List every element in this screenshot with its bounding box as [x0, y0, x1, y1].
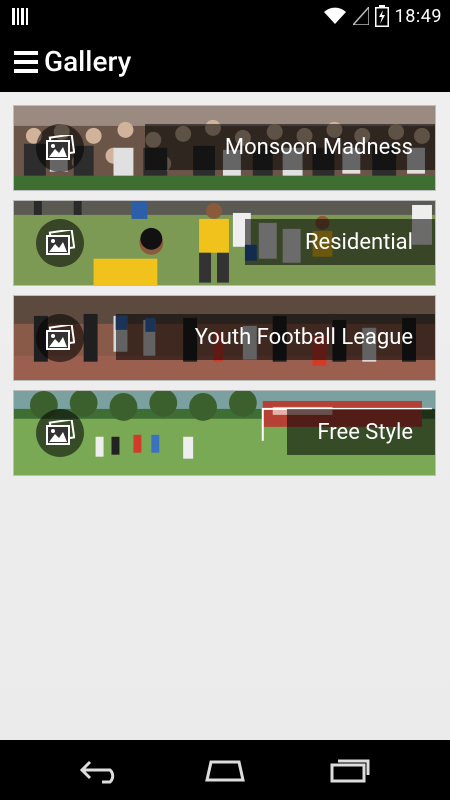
home-icon: [205, 760, 245, 782]
gallery-card-free-style[interactable]: Free Style: [13, 390, 436, 476]
signal-icon: [352, 7, 369, 25]
battery-icon: [374, 5, 389, 27]
navigation-bar: [0, 740, 450, 800]
album-label: Monsoon Madness: [224, 134, 413, 160]
album-label-box: Youth Football League: [116, 314, 435, 360]
gallery-card-youth-football-league[interactable]: Youth Football League: [13, 295, 436, 381]
wifi-icon: [323, 7, 346, 24]
back-icon: [79, 760, 115, 784]
gallery-icon: [36, 314, 84, 362]
recent-apps-button[interactable]: [326, 754, 374, 786]
hamburger-menu-icon[interactable]: [14, 49, 40, 75]
barcode-icon: [12, 8, 28, 25]
album-label-box: Monsoon Madness: [145, 124, 435, 170]
gallery-icon: [36, 409, 84, 457]
app-bar: Gallery: [0, 33, 450, 92]
gallery-icon: [36, 124, 84, 172]
recent-apps-icon: [330, 759, 370, 783]
status-bar: 18:49: [0, 0, 450, 33]
page-title: Gallery: [44, 45, 132, 78]
gallery-card-monsoon-madness[interactable]: Monsoon Madness: [13, 105, 436, 191]
gallery-list: Monsoon Madness Residential Youth Footba…: [0, 92, 450, 740]
back-button[interactable]: [76, 754, 124, 786]
album-label-box: Free Style: [287, 409, 435, 455]
status-time: 18:49: [394, 5, 442, 27]
home-button[interactable]: [201, 754, 249, 786]
gallery-card-residential[interactable]: Residential: [13, 200, 436, 286]
album-label-box: Residential: [245, 219, 435, 265]
gallery-icon: [36, 219, 84, 267]
album-label: Residential: [304, 229, 413, 255]
album-label: Free Style: [317, 419, 413, 445]
album-label: Youth Football League: [194, 324, 413, 350]
